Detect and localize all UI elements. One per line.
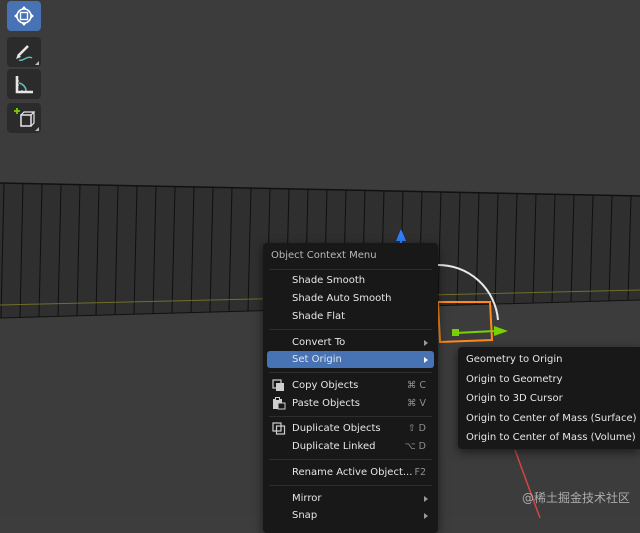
x-axis-line (514, 449, 541, 518)
submenu-arrow-icon (424, 513, 428, 519)
shortcut-label: ⌘ V (406, 398, 426, 409)
submenu-arrow-icon (424, 496, 428, 502)
menu-item-label: Shade Auto Smooth (292, 293, 392, 304)
submenu-item-origin-to-geometry[interactable]: Origin to Geometry (466, 371, 562, 388)
menu-item-shade-smooth[interactable]: Shade Smooth (267, 272, 434, 289)
copy-icon (272, 379, 284, 391)
menu-item-label: Mirror (292, 493, 322, 504)
y-axis-arrow (494, 326, 508, 336)
shortcut-label: ⌥ D (404, 441, 426, 452)
menu-divider (269, 269, 432, 270)
set-origin-submenu: Geometry to Origin Origin to Geometry Or… (458, 347, 640, 449)
duplicate-icon (272, 422, 286, 435)
measure-ruler-icon (15, 76, 33, 94)
menu-item-label: Set Origin (292, 354, 342, 365)
menu-title: Object Context Menu (271, 250, 377, 261)
paste-icon (273, 397, 286, 410)
menu-item-shade-auto-smooth[interactable]: Shade Auto Smooth (267, 290, 434, 307)
y-axis-line (454, 330, 496, 334)
origin-point (452, 329, 459, 336)
menu-item-label: Shade Smooth (292, 275, 366, 286)
menu-item-label: Paste Objects (292, 398, 360, 409)
menu-item-set-origin[interactable]: Set Origin (267, 351, 434, 368)
menu-item-label: Copy Objects (292, 380, 359, 391)
menu-item-paste-objects[interactable]: Paste Objects ⌘ V (267, 395, 434, 412)
menu-item-label: Rename Active Object... (292, 467, 413, 478)
submenu-item-origin-to-center-of-mass-surface[interactable]: Origin to Center of Mass (Surface) (466, 410, 637, 427)
object-context-menu: Object Context Menu Shade Smooth Shade A… (263, 243, 438, 533)
menu-divider (269, 329, 432, 330)
watermark-text: @稀土掘金技术社区 (521, 491, 630, 505)
menu-item-label: Duplicate Linked (292, 441, 376, 452)
transform-tool-button[interactable] (7, 1, 41, 31)
transform-icon (14, 6, 34, 26)
shortcut-label: ⇧ D (407, 423, 426, 434)
menu-item-snap[interactable]: Snap (267, 507, 434, 524)
3d-viewport[interactable]: Object Context Menu Shade Smooth Shade A… (0, 0, 640, 533)
annotate-tool-button[interactable] (7, 37, 41, 67)
menu-item-label: Convert To (292, 337, 346, 348)
selected-cube-outline (436, 301, 494, 344)
shortcut-label: ⌘ C (406, 380, 426, 391)
add-cube-tool-button[interactable] (7, 103, 41, 133)
menu-item-rename-active-object[interactable]: Rename Active Object... F2 (267, 464, 434, 481)
menu-divider (269, 459, 432, 460)
annotate-pencil-icon (16, 45, 33, 62)
submenu-arrow-icon (424, 357, 428, 363)
menu-item-duplicate-objects[interactable]: Duplicate Objects ⇧ D (267, 420, 434, 437)
submenu-arrow-icon (424, 340, 428, 346)
menu-item-convert-to[interactable]: Convert To (267, 334, 434, 351)
shortcut-label: F2 (414, 467, 426, 478)
menu-item-mirror[interactable]: Mirror (267, 490, 434, 507)
menu-item-label: Shade Flat (292, 311, 346, 322)
submenu-item-origin-to-center-of-mass-volume[interactable]: Origin to Center of Mass (Volume) (466, 429, 636, 446)
menu-item-label: Duplicate Objects (292, 423, 381, 434)
menu-item-label: Snap (292, 510, 318, 521)
submenu-item-origin-to-3d-cursor[interactable]: Origin to 3D Cursor (466, 390, 563, 407)
submenu-item-geometry-to-origin[interactable]: Geometry to Origin (466, 351, 562, 368)
add-cube-icon (14, 108, 35, 127)
menu-item-duplicate-linked[interactable]: Duplicate Linked ⌥ D (267, 438, 434, 455)
measure-tool-button[interactable] (7, 69, 41, 99)
menu-divider (269, 485, 432, 486)
menu-divider (269, 372, 432, 373)
menu-divider (269, 416, 432, 417)
menu-item-shade-flat[interactable]: Shade Flat (267, 308, 434, 325)
menu-item-copy-objects[interactable]: Copy Objects ⌘ C (267, 377, 434, 394)
